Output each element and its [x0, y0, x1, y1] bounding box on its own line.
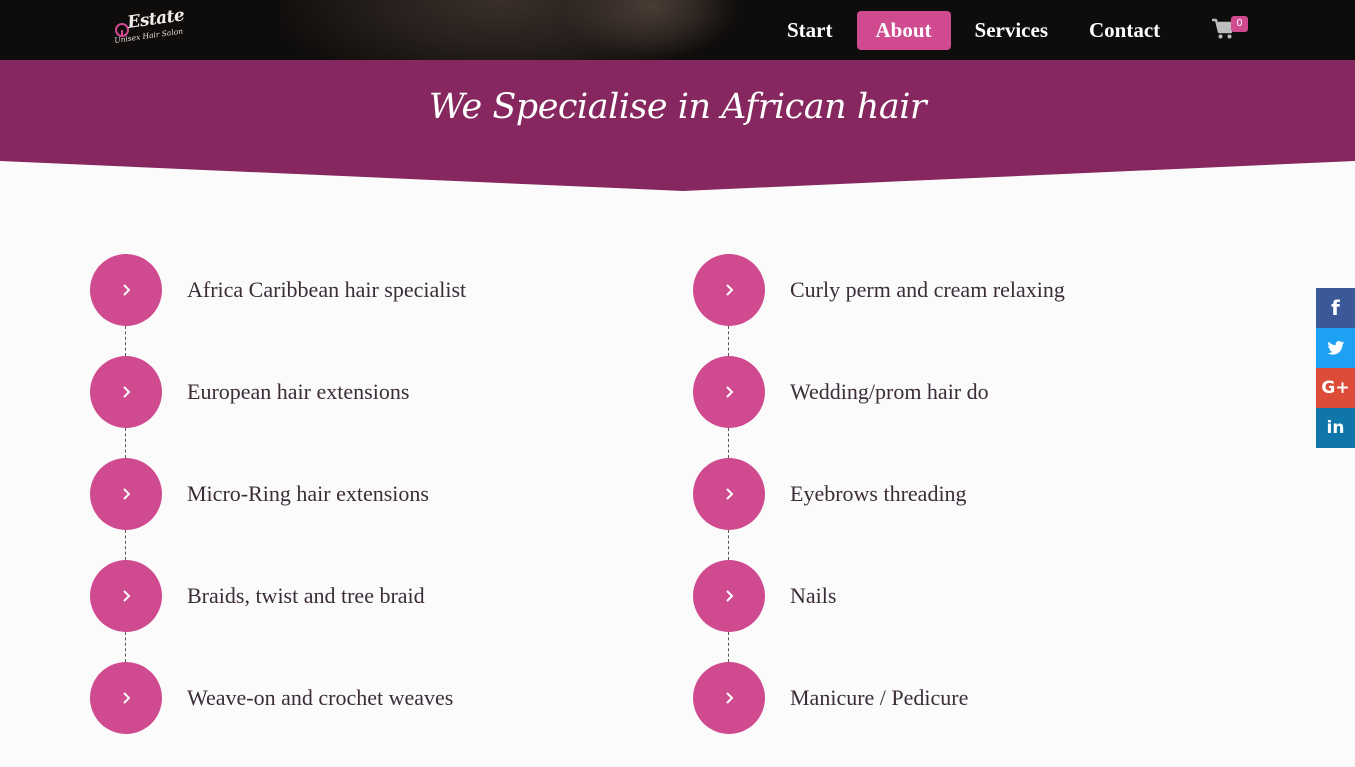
linkedin-icon: in [1326, 418, 1345, 438]
social-share-bar: f G+ in [1316, 288, 1355, 448]
service-item: Nails [693, 560, 1253, 632]
service-item: Curly perm and cream relaxing [693, 254, 1253, 326]
service-label: Weave-on and crochet weaves [187, 685, 454, 710]
service-bullet-button[interactable] [693, 662, 765, 734]
main-menu: Start About Services Contact [770, 10, 1184, 50]
chevron-right-icon [726, 692, 734, 704]
chevron-right-icon [123, 590, 131, 602]
chevron-right-icon [123, 488, 131, 500]
chevron-right-icon [123, 284, 131, 296]
twitter-icon [1326, 340, 1344, 355]
chevron-right-icon [726, 284, 734, 296]
timeline-connector [125, 428, 126, 458]
service-item: Weave-on and crochet weaves [90, 662, 650, 734]
service-label: Manicure / Pedicure [790, 685, 969, 710]
site-logo[interactable]: Estate Unisex Hair Salon [113, 5, 193, 50]
service-item: Wedding/prom hair do [693, 356, 1253, 428]
service-item: Eyebrows threading [693, 458, 1253, 530]
top-navbar: Estate Unisex Hair Salon Start About Ser… [0, 0, 1355, 60]
timeline-connector [125, 632, 126, 662]
service-item: Manicure / Pedicure [693, 662, 1253, 734]
nav-item-contact[interactable]: Contact [1072, 11, 1177, 50]
service-label: Eyebrows threading [790, 481, 967, 506]
service-bullet-button[interactable] [90, 254, 162, 326]
cart-button[interactable]: 0 [1211, 16, 1249, 44]
service-bullet-button[interactable] [90, 458, 162, 530]
chevron-right-icon [123, 386, 131, 398]
twitter-share-button[interactable] [1316, 328, 1355, 368]
service-item: Braids, twist and tree braid [90, 560, 650, 632]
timeline-connector [728, 428, 729, 458]
timeline-connector [728, 326, 729, 356]
nav-item-start[interactable]: Start [770, 11, 850, 50]
service-label: Micro-Ring hair extensions [187, 481, 429, 506]
chevron-right-icon [726, 488, 734, 500]
service-label: European hair extensions [187, 379, 410, 404]
page-title: We Specialise in African hair [428, 87, 927, 127]
service-label: Nails [790, 583, 837, 608]
service-item: Africa Caribbean hair specialist [90, 254, 650, 326]
service-bullet-button[interactable] [693, 254, 765, 326]
service-bullet-button[interactable] [90, 356, 162, 428]
chevron-right-icon [123, 692, 131, 704]
timeline-connector [728, 530, 729, 560]
timeline-connector [125, 530, 126, 560]
service-label: Wedding/prom hair do [790, 379, 989, 404]
timeline-connector [728, 632, 729, 662]
services-list-right: Curly perm and cream relaxing Wedding/pr… [693, 254, 1253, 734]
service-bullet-button[interactable] [693, 356, 765, 428]
googleplus-icon: G+ [1321, 378, 1350, 398]
service-item: Micro-Ring hair extensions [90, 458, 650, 530]
service-bullet-button[interactable] [693, 458, 765, 530]
linkedin-share-button[interactable]: in [1316, 408, 1355, 448]
page-banner: We Specialise in African hair [0, 60, 1355, 191]
facebook-icon: f [1331, 296, 1340, 320]
facebook-share-button[interactable]: f [1316, 288, 1355, 328]
cart-count-badge: 0 [1231, 16, 1248, 32]
chevron-right-icon [726, 386, 734, 398]
googleplus-share-button[interactable]: G+ [1316, 368, 1355, 408]
header-background-highlight [560, 0, 740, 60]
service-label: Braids, twist and tree braid [187, 583, 425, 608]
service-bullet-button[interactable] [90, 560, 162, 632]
chevron-right-icon [726, 590, 734, 602]
services-list-left: Africa Caribbean hair specialist Europea… [90, 254, 650, 734]
service-label: Curly perm and cream relaxing [790, 277, 1065, 302]
service-bullet-button[interactable] [90, 662, 162, 734]
nav-item-about[interactable]: About [856, 10, 951, 50]
service-bullet-button[interactable] [693, 560, 765, 632]
timeline-connector [125, 326, 126, 356]
service-item: European hair extensions [90, 356, 650, 428]
nav-item-services[interactable]: Services [958, 11, 1065, 50]
service-label: Africa Caribbean hair specialist [187, 277, 467, 302]
